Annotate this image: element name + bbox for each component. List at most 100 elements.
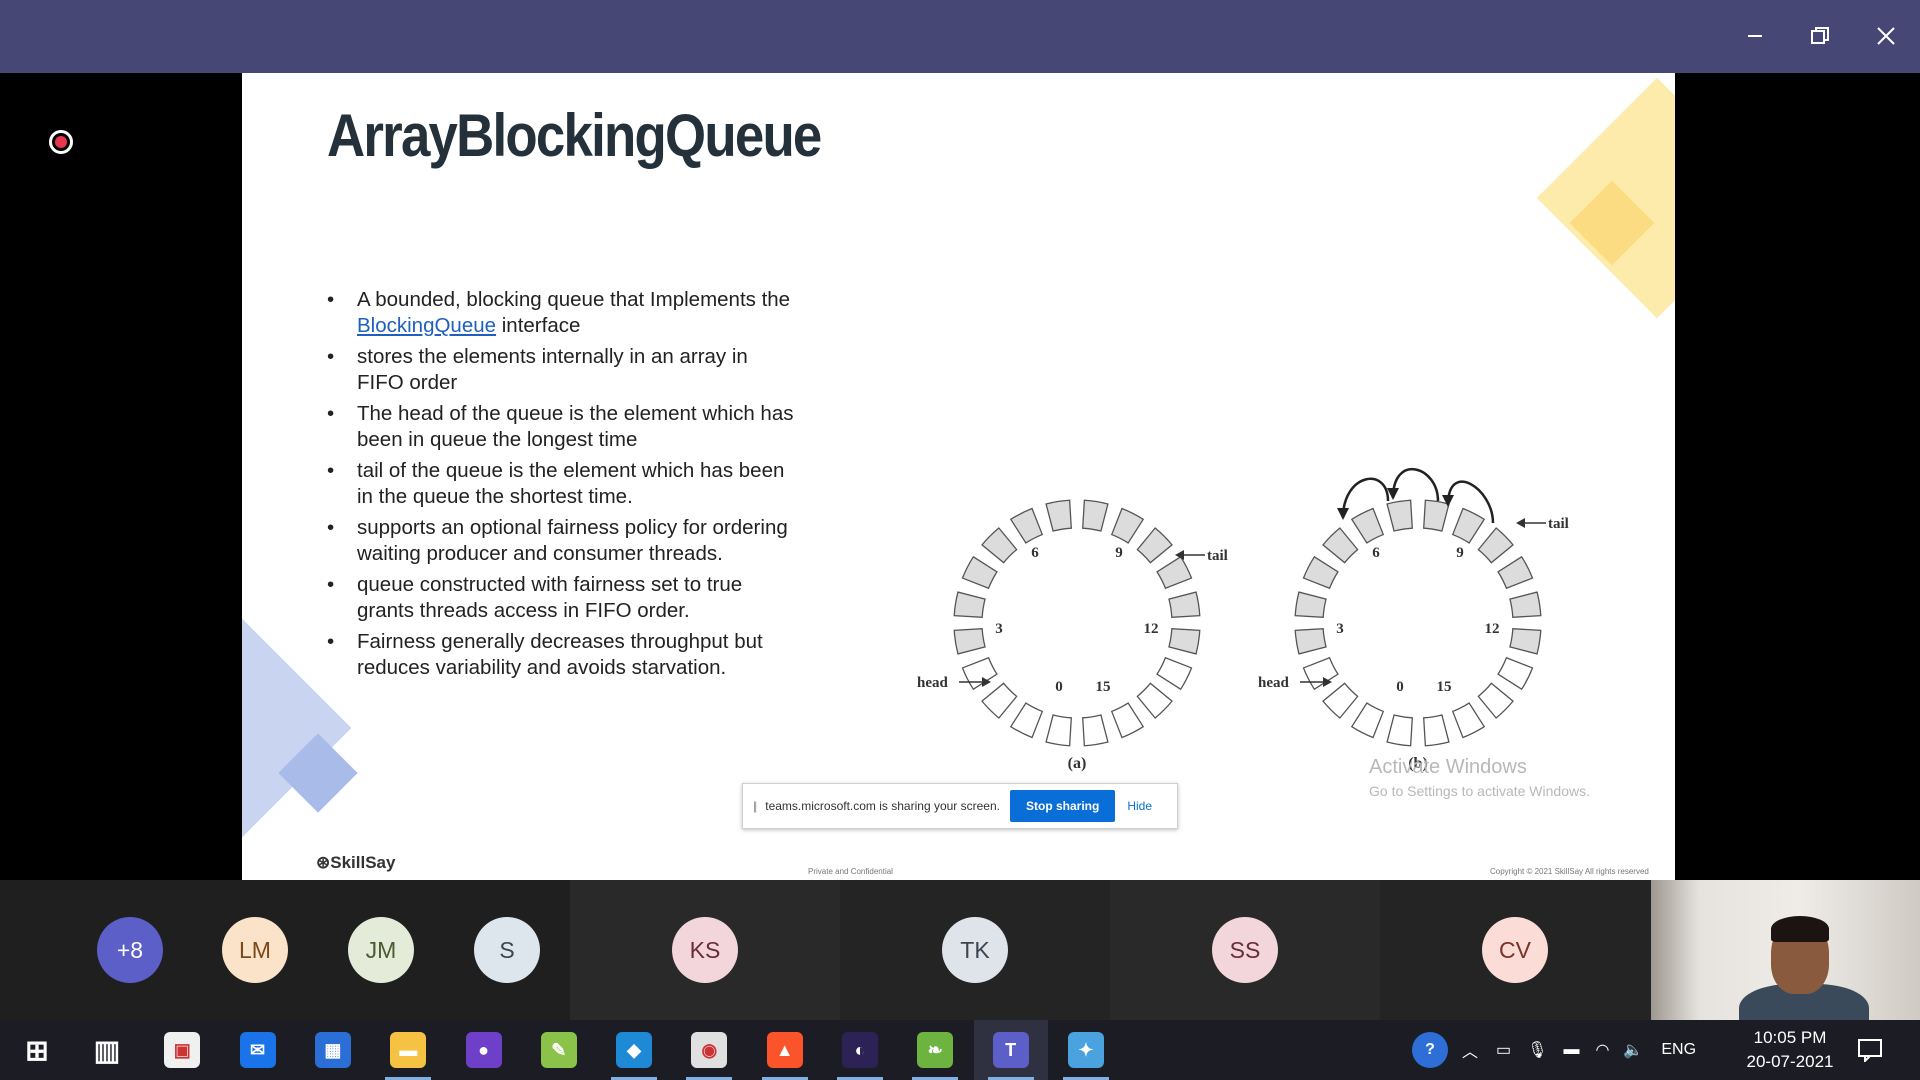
teams-icon: T <box>992 1032 1029 1068</box>
wifi-icon[interactable]: ◠ <box>1595 1040 1609 1060</box>
taskbar-button[interactable]: ● <box>447 1020 521 1080</box>
mail-icon: ✉ <box>239 1032 276 1068</box>
bullet-list: A bounded, blocking queue that Implement… <box>327 287 797 686</box>
stop-sharing-button[interactable]: Stop sharing <box>1009 790 1116 822</box>
buffer-slot <box>961 555 998 590</box>
minimize-icon <box>1748 35 1762 37</box>
footer-copyright: Copyright © 2021 SkillSay All rights res… <box>1490 867 1649 876</box>
minimize-button[interactable] <box>1733 14 1777 58</box>
buffer-slot <box>981 527 1018 564</box>
clock[interactable]: 10:05 PM 20-07-2021 <box>1735 1026 1845 1074</box>
taskbar-button[interactable]: ▣ <box>145 1020 219 1080</box>
start-icon: ⊞ <box>25 1034 49 1066</box>
blockingqueue-link[interactable]: BlockingQueue <box>357 314 496 337</box>
tail-label: tail <box>1207 548 1228 564</box>
slot-number: 3 <box>995 621 1003 637</box>
slot-number: 6 <box>1372 545 1380 561</box>
taskbar-button[interactable]: T <box>973 1020 1048 1080</box>
buffer-ring-b: 6 93 120 15headtail(b) <box>1258 468 1569 772</box>
logo-icon: ⊛ <box>316 853 331 872</box>
taskbar-button[interactable]: ◉ <box>672 1020 746 1080</box>
participant-strip: +8 LM JM S KS TK SS CV <box>0 880 1920 1020</box>
overflow-participants-avatar[interactable]: +8 <box>97 917 163 983</box>
show-hidden-icons-icon[interactable]: ︿ <box>1462 1038 1478 1062</box>
close-button[interactable] <box>1864 14 1908 58</box>
taskbar-button[interactable]: ▦ <box>296 1020 370 1080</box>
taskbar-button[interactable]: ✉ <box>221 1020 295 1080</box>
buffer-slot <box>1009 507 1044 544</box>
bullet-item: tail of the queue is the element which h… <box>327 458 797 510</box>
slot-number: 12 <box>1144 621 1159 637</box>
buffer-slot <box>1477 527 1514 564</box>
buffer-slot <box>1045 499 1072 532</box>
taskbar-button[interactable]: ❧ <box>898 1020 972 1080</box>
buffer-slot <box>1168 628 1201 655</box>
drag-handle-icon[interactable]: || <box>753 799 757 813</box>
taskbar-button[interactable]: ✦ <box>1049 1020 1123 1080</box>
eclipse-icon: ◐ <box>842 1032 878 1068</box>
buffer-slot <box>1082 499 1109 532</box>
head-label: head <box>917 675 949 691</box>
restore-button[interactable] <box>1798 14 1842 58</box>
language-indicator[interactable]: ENG <box>1661 1041 1696 1059</box>
buffer-slot <box>1302 555 1339 590</box>
buffer-slot <box>1423 714 1450 747</box>
buffer-slot <box>1423 499 1450 532</box>
buffer-slot <box>1509 628 1542 655</box>
taskbar-button[interactable]: ◆ <box>597 1020 671 1080</box>
buffer-slot <box>1497 656 1534 691</box>
taskbar-button[interactable]: ▬ <box>371 1020 445 1080</box>
bullet-item: supports an optional fairness policy for… <box>327 515 797 567</box>
notification-icon <box>1858 1039 1882 1062</box>
slot-number: 0 <box>1055 679 1063 695</box>
buffer-slot <box>1045 714 1072 747</box>
taskbar-button[interactable]: ▲ <box>748 1020 822 1080</box>
participant-avatar[interactable]: S <box>474 917 540 983</box>
slide-title: ArrayBlockingQueue <box>327 102 822 169</box>
recording-indicator-icon <box>49 130 73 154</box>
file-explorer-icon: ▬ <box>390 1032 427 1068</box>
notepad-icon: ✎ <box>540 1032 577 1068</box>
buffer-slot <box>1386 499 1413 532</box>
help-icon[interactable]: ? <box>1412 1032 1448 1068</box>
buffer-slot <box>1136 682 1173 719</box>
self-video-preview[interactable] <box>1651 880 1920 1020</box>
participant-avatar[interactable]: CV <box>1482 917 1548 983</box>
participant-avatar[interactable]: LM <box>222 917 288 983</box>
taskbar-button[interactable]: ▥ <box>70 1020 144 1080</box>
meet-now-icon[interactable]: ▭ <box>1496 1040 1511 1060</box>
hide-button[interactable]: Hide <box>1127 799 1152 813</box>
slot-number: 0 <box>1396 679 1404 695</box>
buffer-slot <box>1350 702 1385 739</box>
slot-number: 9 <box>1456 545 1464 561</box>
microphone-icon[interactable]: 🎙 <box>1527 1040 1547 1060</box>
shared-slide: ArrayBlockingQueue A bounded, blocking q… <box>242 73 1675 880</box>
tail-label: tail <box>1548 516 1569 532</box>
buffer-slot <box>1302 656 1339 691</box>
action-center-button[interactable] <box>1850 1030 1890 1070</box>
buffer-slot <box>1110 702 1145 739</box>
taskbar-button[interactable]: ✎ <box>522 1020 596 1080</box>
participant-avatar[interactable]: KS <box>672 917 738 983</box>
teams-title-bar <box>0 0 1920 73</box>
taskbar-button[interactable]: ◐ <box>823 1020 897 1080</box>
clock-time: 10:05 PM <box>1753 1028 1827 1047</box>
paint-icon: ✦ <box>1067 1032 1104 1068</box>
buffer-slot <box>1451 702 1486 739</box>
participant-avatar[interactable]: JM <box>348 917 414 983</box>
buffer-slot <box>1497 555 1534 590</box>
participant-avatar[interactable]: SS <box>1212 917 1278 983</box>
advance-arrow <box>1391 468 1440 502</box>
battery-icon[interactable]: ▬ <box>1563 1041 1579 1059</box>
participant-avatar[interactable]: TK <box>942 917 1008 983</box>
taskbar-button[interactable]: ⊞ <box>0 1020 74 1080</box>
buffer-slot <box>1350 507 1385 544</box>
screen-sharing-bar: || teams.microsoft.com is sharing your s… <box>742 783 1178 829</box>
buffer-slot <box>1451 507 1486 544</box>
buffer-slot <box>1509 591 1542 618</box>
volume-icon[interactable]: 🔈 <box>1623 1040 1643 1060</box>
buffer-slot <box>1156 555 1193 590</box>
buffer-slot <box>1294 628 1327 655</box>
task-view-icon: ▥ <box>93 1034 121 1066</box>
buffer-slot <box>961 656 998 691</box>
